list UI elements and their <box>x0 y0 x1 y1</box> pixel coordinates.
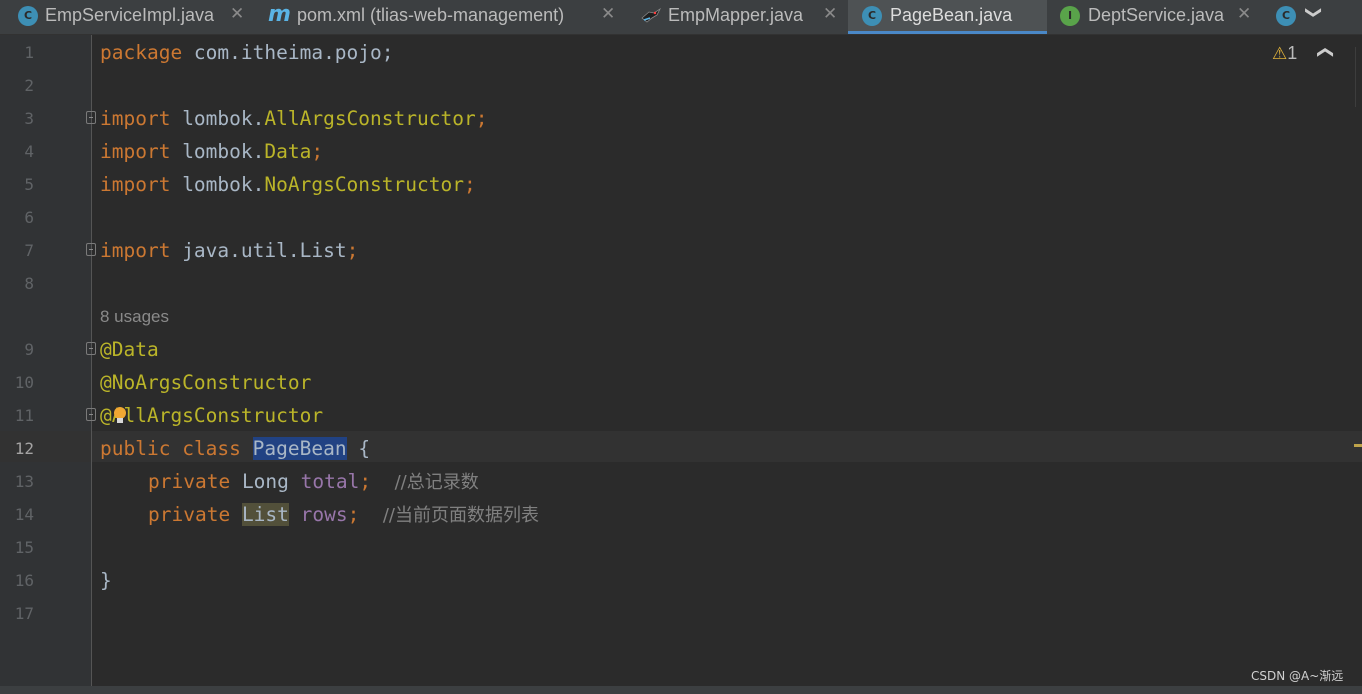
import-class: AllArgsConstructor <box>264 107 476 130</box>
comment: //总记录数 <box>394 472 479 493</box>
code-line-4: import lombok.Data; <box>100 135 323 168</box>
gutter-divider <box>91 35 92 686</box>
tab-label: EmpServiceImpl.java <box>45 5 215 25</box>
code-line-13: private Long total; //总记录数 <box>148 465 479 498</box>
chevron-down-icon[interactable]: ❯ <box>1305 6 1324 19</box>
keyword: private <box>148 503 231 526</box>
line-number: 17 <box>14 604 34 623</box>
line-number: 9 <box>24 340 34 359</box>
import-package: lombok. <box>170 140 265 163</box>
warning-stripe-marker[interactable] <box>1354 444 1362 447</box>
usages-hint[interactable]: 8 usages <box>100 300 169 333</box>
tab-empserviceimpl[interactable]: C EmpServiceImpl.java ✕ <box>18 0 248 34</box>
keyword: import <box>100 140 171 163</box>
editor-tab-bar: C EmpServiceImpl.java ✕ m pom.xml (tlias… <box>0 0 1362 35</box>
field-name: total <box>300 470 360 493</box>
import-class: Data <box>264 140 312 163</box>
chevron-up-icon[interactable]: ❮ <box>1317 46 1336 59</box>
semicolon: ; <box>359 470 372 493</box>
line-number: 4 <box>24 142 34 161</box>
code-editor[interactable]: 1 2 3 4 5 6 7 8 9 10 11 12 13 14 15 16 1… <box>0 35 1362 694</box>
line-number: 2 <box>24 76 34 95</box>
keyword: import <box>100 107 171 130</box>
line-number: 16 <box>14 571 34 590</box>
open-brace: { <box>346 437 371 460</box>
line-number: 3 <box>24 109 34 128</box>
watermark: CSDN @A~渐远 <box>1251 669 1344 683</box>
line-number: 8 <box>24 274 34 293</box>
tab-label: DeptService.java <box>1088 5 1225 25</box>
semicolon: ; <box>347 503 360 526</box>
scrollbar[interactable] <box>1355 47 1362 107</box>
line-number: 11 <box>14 406 34 425</box>
tab-label: PageBean.java <box>890 5 1013 25</box>
close-icon[interactable]: ✕ <box>230 4 244 24</box>
semicolon: ; <box>311 140 324 163</box>
close-brace: } <box>100 569 112 592</box>
code-line-12: public class PageBean { <box>100 432 370 465</box>
fold-marker-icon[interactable] <box>86 408 96 421</box>
semicolon: ; <box>463 173 476 196</box>
keyword: public <box>100 437 171 460</box>
inspection-widget[interactable]: ⚠1 <box>1272 43 1297 65</box>
annotation-data: @Data <box>100 338 159 361</box>
keyword: import <box>100 173 171 196</box>
maven-icon: m <box>268 2 291 27</box>
lightbulb-icon[interactable] <box>113 407 127 427</box>
class-icon: C <box>18 6 38 26</box>
fold-marker-icon[interactable] <box>86 342 96 355</box>
code-line-14: private List rows; //当前页面数据列表 <box>148 498 539 531</box>
line-number: 1 <box>24 43 34 62</box>
annotation-noargs: @NoArgsConstructor <box>100 371 312 394</box>
tab-pom-xml[interactable]: m pom.xml (tlias-web-management) ✕ <box>268 0 618 34</box>
tab-label: pom.xml (tlias-web-management) <box>297 5 565 25</box>
tab-pagebean[interactable]: C PageBean.java <box>848 0 1047 34</box>
field-type: Long <box>241 470 289 493</box>
field-name: rows <box>300 503 348 526</box>
mybatis-bird-icon <box>640 6 662 26</box>
line-number: 5 <box>24 175 34 194</box>
keyword: private <box>148 470 231 493</box>
code-line-5: import lombok.NoArgsConstructor; <box>100 168 476 201</box>
import-path: java.util.List <box>170 239 347 262</box>
horizontal-scrollbar[interactable] <box>0 686 1362 694</box>
line-number: 6 <box>24 208 34 227</box>
keyword: package <box>100 41 183 64</box>
keyword: class <box>182 437 241 460</box>
code-line-1: package com.itheima.pojo; <box>100 36 394 69</box>
line-number: 14 <box>14 505 34 524</box>
class-icon: C <box>1276 6 1296 26</box>
interface-icon: I <box>1060 6 1080 26</box>
package-name: com.itheima.pojo; <box>182 41 394 64</box>
semicolon: ; <box>475 107 488 130</box>
import-package: lombok. <box>170 173 265 196</box>
tab-deptservice[interactable]: I DeptService.java ✕ <box>1060 0 1260 34</box>
line-number: 12 <box>14 439 34 458</box>
import-class: NoArgsConstructor <box>264 173 464 196</box>
import-package: lombok. <box>170 107 265 130</box>
code-line-3: import lombok.AllArgsConstructor; <box>100 102 487 135</box>
close-icon[interactable]: ✕ <box>601 4 615 24</box>
semicolon: ; <box>346 239 359 262</box>
line-number: 10 <box>14 373 34 392</box>
line-number: 15 <box>14 538 34 557</box>
line-number: 13 <box>14 472 34 491</box>
tab-overflow-class[interactable]: C <box>1276 0 1298 34</box>
close-icon[interactable]: ✕ <box>1237 4 1251 24</box>
tab-empmapper[interactable]: EmpMapper.java ✕ <box>640 0 842 34</box>
fold-marker-icon[interactable] <box>86 243 96 256</box>
warning-count: 1 <box>1287 43 1298 63</box>
warning-triangle-icon: ⚠ <box>1272 44 1288 64</box>
code-line-7: import java.util.List; <box>100 234 358 267</box>
keyword: import <box>100 239 171 262</box>
field-type-raw-warning: List <box>241 503 289 526</box>
class-icon: C <box>862 6 882 26</box>
annotation-allargs: @AllArgsConstructor <box>100 404 324 427</box>
close-icon[interactable]: ✕ <box>823 4 837 24</box>
fold-marker-icon[interactable] <box>86 111 96 124</box>
tab-label: EmpMapper.java <box>668 5 804 25</box>
comment: //当前页面数据列表 <box>382 505 539 526</box>
class-name: PageBean <box>252 437 347 460</box>
line-number: 7 <box>24 241 34 260</box>
